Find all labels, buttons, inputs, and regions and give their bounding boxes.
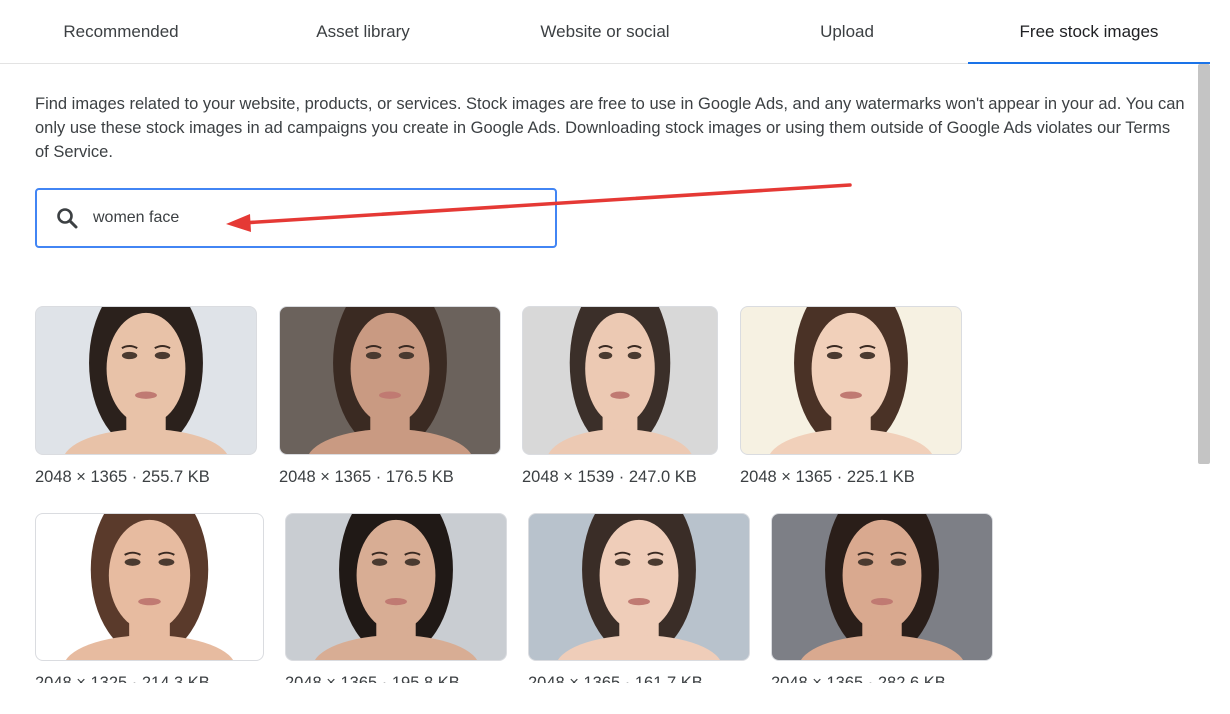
image-dimensions-size: 2048 × 1539 · 247.0 KB (522, 468, 697, 486)
woman-face-photo (769, 307, 933, 454)
woman-face-photo (314, 514, 478, 660)
tab-bar: Recommended Asset library Website or soc… (0, 0, 1210, 64)
woman-face-photo (308, 307, 472, 454)
woman-face-photo (557, 514, 721, 660)
stock-image-thumbnail[interactable] (285, 513, 507, 661)
image-dimensions-size: 2048 × 1365 · 255.7 KB (35, 468, 210, 486)
tab-label: Free stock images (1019, 21, 1159, 41)
tab-label: Upload (820, 21, 874, 41)
scrollbar[interactable] (1198, 64, 1210, 464)
search-icon (57, 208, 78, 229)
tab-free-stock-images[interactable]: Free stock images (968, 0, 1210, 64)
stock-image-thumbnail[interactable] (528, 513, 750, 661)
stock-image-thumbnail[interactable] (771, 513, 993, 661)
search-input[interactable] (91, 208, 515, 228)
viewport-clip (0, 683, 1230, 714)
tab-label: Website or social (540, 21, 670, 41)
woman-face-photo (65, 514, 234, 660)
stock-image-thumbnail[interactable] (279, 306, 501, 455)
stock-image-thumbnail[interactable] (35, 513, 264, 661)
tab-upload[interactable]: Upload (726, 0, 968, 63)
tab-label: Asset library (316, 21, 410, 41)
tab-asset-library[interactable]: Asset library (242, 0, 484, 63)
stock-image-thumbnail[interactable] (35, 306, 257, 455)
woman-face-photo (64, 307, 228, 454)
woman-face-photo (800, 514, 964, 660)
stock-image-thumbnail[interactable] (522, 306, 718, 455)
tab-website-or-social[interactable]: Website or social (484, 0, 726, 63)
stock-images-description: Find images related to your website, pro… (35, 95, 1185, 161)
image-dimensions-size: 2048 × 1365 · 176.5 KB (279, 468, 454, 486)
tab-recommended[interactable]: Recommended (0, 0, 242, 63)
tab-label: Recommended (63, 21, 179, 41)
search-box[interactable] (35, 188, 557, 248)
stock-image-thumbnail[interactable] (740, 306, 962, 455)
woman-face-photo (548, 307, 692, 454)
image-dimensions-size: 2048 × 1365 · 225.1 KB (740, 468, 915, 486)
